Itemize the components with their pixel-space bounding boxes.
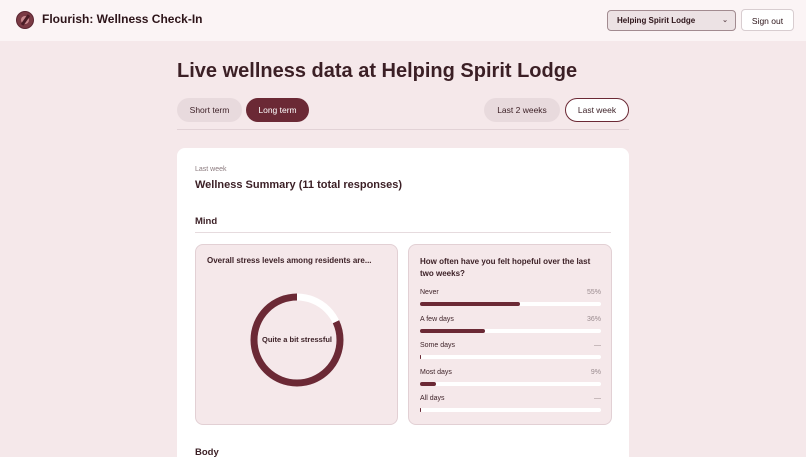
tab-short-term[interactable]: Short term (177, 98, 242, 122)
bar-fill (420, 382, 437, 386)
bar-track (420, 329, 601, 333)
bar-percent: — (594, 395, 601, 402)
bar-percent: 36% (586, 316, 601, 323)
bar-row-never: Never 55% (420, 289, 601, 309)
summary-title: Wellness Summary (11 total responses) (195, 179, 403, 191)
bar-track (420, 408, 601, 412)
bar-percent: 55% (586, 289, 601, 296)
bar-row-a-few-days: A few days 36% (420, 316, 601, 336)
stress-donut-label: Quite a bit stressful (261, 335, 333, 344)
bar-label: Some days (420, 342, 456, 349)
stress-question: Overall stress levels among residents ar… (207, 256, 372, 265)
hopeful-frequency-panel: How often have you felt hopeful over the… (408, 244, 612, 425)
bar-track (420, 355, 601, 359)
bar-label: All days (420, 395, 445, 402)
app-title: Flourish: Wellness Check-In (42, 12, 203, 26)
bar-row-most-days: Most days 9% (420, 369, 601, 389)
section-divider (195, 232, 611, 233)
bar-track (420, 302, 601, 306)
page-title: Live wellness data at Helping Spirit Lod… (177, 60, 578, 82)
bar-percent: — (594, 342, 601, 349)
bar-label: Most days (420, 369, 452, 376)
summary-period: Last week (195, 166, 227, 173)
location-select[interactable]: Helping Spirit Lodge ⌄ (607, 10, 736, 31)
wellness-summary-card: Last week Wellness Summary (11 total res… (177, 148, 629, 457)
section-heading-mind: Mind (195, 216, 218, 227)
bar-track (420, 382, 601, 386)
bar-fill (420, 329, 486, 333)
top-bar: Flourish: Wellness Check-In Helping Spir… (0, 0, 806, 41)
location-select-value: Helping Spirit Lodge (617, 16, 696, 25)
range-last-2-weeks[interactable]: Last 2 weeks (484, 98, 560, 122)
bar-row-some-days: Some days — (420, 342, 601, 362)
bar-label: A few days (420, 316, 454, 323)
bar-row-all-days: All days — (420, 395, 601, 415)
divider (177, 129, 629, 130)
stress-level-panel: Overall stress levels among residents ar… (195, 244, 398, 425)
range-last-week[interactable]: Last week (565, 98, 629, 122)
hopeful-question: How often have you felt hopeful over the… (420, 257, 591, 278)
sign-out-button[interactable]: Sign out (741, 9, 794, 31)
tab-long-term[interactable]: Long term (246, 98, 309, 122)
stress-donut-chart: Quite a bit stressful (247, 290, 347, 390)
bar-percent: 9% (590, 369, 601, 376)
bar-fill (420, 355, 422, 359)
flourish-logo (16, 11, 34, 29)
bar-fill (420, 408, 422, 412)
section-heading-body: Body (195, 447, 219, 457)
bar-label: Never (420, 289, 439, 296)
bar-fill (420, 302, 520, 306)
chevron-down-icon: ⌄ (722, 17, 728, 24)
